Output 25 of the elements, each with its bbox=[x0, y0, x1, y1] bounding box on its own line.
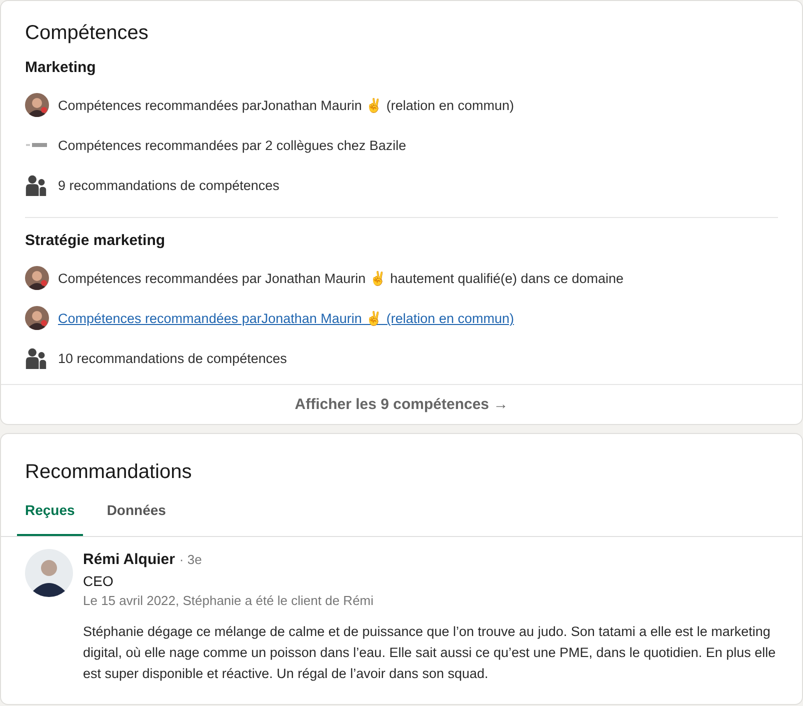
endorsement-text: 9 recommandations de compétences bbox=[58, 178, 280, 192]
logo-icon bbox=[25, 140, 49, 150]
tab[interactable]: Données bbox=[98, 496, 174, 536]
endorsement-text: Compétences recommandées parJonathan Maurin ✌ (relation en commun) bbox=[58, 97, 514, 113]
show-all-button[interactable]: Afficher les 9 compétences → bbox=[1, 384, 802, 424]
section-title: Compétences bbox=[25, 21, 150, 46]
person-title: CEO bbox=[83, 572, 114, 591]
avatar-icon bbox=[25, 549, 73, 597]
connection-degree: · 3e bbox=[179, 552, 202, 567]
tab[interactable]: Reçues bbox=[17, 496, 83, 536]
avatar-icon bbox=[25, 266, 49, 290]
skill-name: Stratégie marketing bbox=[25, 231, 166, 251]
skill-name: Marketing bbox=[25, 58, 97, 78]
person-name[interactable]: Rémi Alquier bbox=[83, 551, 175, 568]
relation-text: Le 15 avril 2022, Stéphanie a été le client de Rémi bbox=[83, 592, 375, 610]
endorsement-text: Compétences recommandées par Jonathan Maurin ✌ hautement qualifié(e) dans ce domaine bbox=[58, 270, 624, 286]
endorsement-link[interactable]: Compétences recommandées parJonathan Maurin ✌ (relation en commun) bbox=[58, 310, 514, 326]
endorsement-text: Compétences recommandées par 2 collègues chez Bazile bbox=[58, 138, 406, 152]
section-title: Recommandations bbox=[25, 460, 193, 485]
avatar-icon bbox=[25, 306, 49, 330]
recommendation-text: Stéphanie dégage ce mélange de calme et de puissance que l’on trouve au judo. Son tatami a elle est le marketing digital, où elle nage comme un poisson dans l’eau. Elle sait aussi ce qu’est une PME, dans le quotidien. En plus elle est super disponible et réactive. Un régal de l’avoir dans son squad. bbox=[83, 623, 777, 683]
endorsement-text: 10 recommandations de compétences bbox=[58, 350, 287, 366]
people-icon bbox=[25, 174, 47, 196]
avatar-icon bbox=[25, 93, 49, 117]
people-icon bbox=[25, 347, 47, 369]
